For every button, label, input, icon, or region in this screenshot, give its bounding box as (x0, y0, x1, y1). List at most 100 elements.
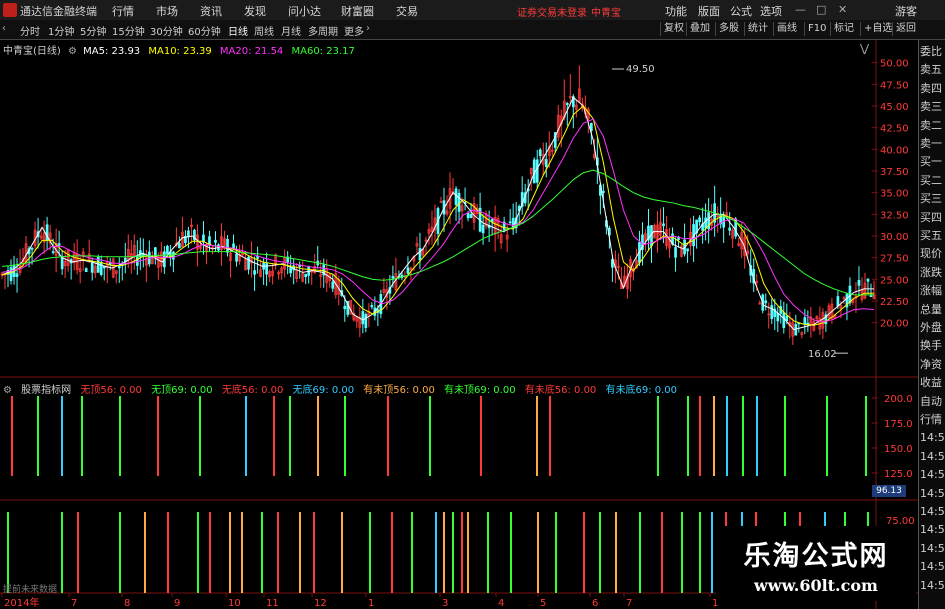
side-panel-item[interactable]: 卖五 (920, 64, 945, 76)
period-tab-multi[interactable]: 多周期 (308, 23, 338, 38)
return-button[interactable]: 返回 (892, 22, 919, 36)
side-panel-item[interactable]: 14:5 (920, 524, 945, 536)
side-panel-item[interactable]: 收益 (920, 377, 945, 389)
date-tick-label: 5 (540, 598, 546, 609)
settings-icon[interactable]: ⚙ (68, 46, 77, 57)
side-panel-item[interactable]: 14:5 (920, 506, 945, 518)
menu-formula[interactable]: 公式 (730, 3, 752, 19)
side-panel-item[interactable]: 买四 (920, 211, 945, 224)
indicator-settings-icon[interactable]: ⚙ (3, 385, 12, 396)
side-panel-item[interactable]: 14:5 (920, 561, 945, 573)
menu-function[interactable]: 功能 (665, 3, 687, 19)
side-panel-item[interactable]: 行情 (920, 414, 945, 426)
nav-back-icon[interactable]: ‹ (2, 23, 6, 34)
more-chevron-icon[interactable]: › (366, 23, 370, 34)
login-notice[interactable]: 证券交易未登录 (517, 4, 587, 19)
side-panel-item[interactable]: 涨幅 (920, 285, 945, 297)
maximize-icon[interactable]: □ (816, 3, 826, 16)
side-panel-item[interactable]: 自动 (920, 395, 945, 408)
date-tick-label: 6 (592, 598, 598, 609)
period-tab-5min[interactable]: 5分钟 (80, 23, 106, 38)
date-tick-label: 10 (228, 598, 241, 609)
draw-line-button[interactable]: 画线 (773, 22, 800, 36)
candle-body (728, 227, 732, 231)
side-panel-item[interactable]: 换手 (920, 340, 945, 352)
ma-legend: 中青宝(日线) ⚙ MA5: 23.93 MA10: 23.39 MA20: 2… (3, 42, 355, 57)
side-panel-item[interactable]: 14:5 (920, 450, 945, 463)
period-tab-weekly[interactable]: 周线 (254, 23, 274, 38)
period-tab-30min[interactable]: 30分钟 (150, 23, 183, 38)
side-panel-item[interactable]: 14:5 (920, 469, 945, 481)
menu-layout[interactable]: 版面 (698, 3, 720, 19)
candle-body (370, 305, 374, 308)
period-tab-daily[interactable]: 日线 (228, 23, 248, 38)
candle-body (226, 238, 229, 253)
candle-body (794, 324, 798, 336)
side-panel-item[interactable]: 净资 (920, 358, 945, 371)
candle-body (686, 248, 689, 252)
side-panel-item[interactable]: 14:5 (920, 579, 945, 592)
side-panel-item[interactable]: 卖一 (920, 138, 945, 150)
side-panel-item[interactable]: 14:5 (920, 542, 945, 555)
candle-body (51, 251, 55, 254)
app-logo-icon (3, 3, 17, 17)
menu-market[interactable]: 行情 (112, 3, 134, 19)
period-tab-1min[interactable]: 1分钟 (48, 23, 74, 38)
multi-stock-button[interactable]: 多股 (715, 22, 742, 36)
period-tab-60min[interactable]: 60分钟 (188, 23, 221, 38)
mark-button[interactable]: 标记 (830, 22, 857, 36)
side-panel-item[interactable]: 14:5 (920, 487, 945, 500)
side-panel-item[interactable]: 总量 (920, 303, 945, 316)
overlay-button[interactable]: 叠加 (686, 22, 713, 36)
menu-options[interactable]: 选项 (760, 3, 782, 19)
side-panel-item[interactable]: 买三 (920, 193, 945, 205)
candle-body (265, 263, 268, 275)
watermark-url: www.60lt.com (754, 576, 878, 595)
candle-body (102, 266, 106, 269)
guest-label[interactable]: 游客 (895, 3, 917, 19)
candle-body (662, 223, 665, 227)
side-panel-item[interactable]: 买二 (920, 174, 945, 187)
period-tab-timeshare[interactable]: 分时 (20, 23, 40, 38)
side-panel-item[interactable]: 买一 (920, 156, 945, 168)
period-tab-monthly[interactable]: 月线 (281, 23, 301, 38)
candle-body (698, 217, 701, 223)
chart-menu-icon[interactable]: ⋁ (860, 42, 869, 55)
price-tick-label: 22.50 (880, 297, 909, 308)
menu-discover[interactable]: 发现 (244, 3, 266, 19)
date-tick-label: 9 (174, 598, 180, 609)
indicator-item: 无底69: 0.00 (292, 385, 355, 396)
quote-side-panel[interactable]: 委比卖五卖四卖三卖二卖一买一买二买三买四买五现价涨跌涨幅总量外盘换手净资收益自动… (918, 40, 945, 609)
side-panel-item[interactable]: 现价 (920, 248, 945, 260)
side-panel-item[interactable]: 卖四 (920, 82, 945, 95)
indicator-item: 有未顶69: 0.00 (444, 385, 516, 396)
minimize-icon[interactable]: — (795, 3, 806, 16)
indicator-item: 有未底56: 0.00 (524, 385, 597, 396)
menu-markets[interactable]: 市场 (156, 3, 178, 19)
menu-trade[interactable]: 交易 (396, 3, 418, 19)
close-icon[interactable]: ✕ (838, 3, 847, 16)
menu-wealth[interactable]: 财富圈 (341, 3, 374, 19)
kline-chart-area[interactable]: 50.00 47.50 45.00 42.50 40.00 37.50 35.00 32.50… (0, 40, 918, 609)
candle-body (590, 122, 593, 131)
side-panel-item[interactable]: 涨跌 (920, 266, 945, 279)
f10-button[interactable]: F10 (804, 22, 829, 36)
candle-body (235, 253, 238, 262)
stats-button[interactable]: 统计 (744, 22, 771, 36)
add-favorite-button[interactable]: +自选 (860, 22, 895, 36)
candle-body (57, 243, 61, 246)
side-panel-item[interactable]: 卖三 (920, 101, 945, 113)
side-panel-item[interactable]: 委比 (920, 46, 945, 58)
period-tab-15min[interactable]: 15分钟 (112, 23, 145, 38)
side-panel-item[interactable]: 14:5 (920, 432, 945, 444)
adjust-button[interactable]: 复权 (660, 22, 687, 36)
side-panel-item[interactable]: 买五 (920, 230, 945, 242)
price-tick-label: 30.00 (880, 232, 909, 243)
side-panel-item[interactable]: 外盘 (920, 322, 945, 334)
menu-ask[interactable]: 问小达 (288, 3, 321, 19)
ma60-label: MA60: 23.17 (291, 46, 355, 57)
candle-body (289, 267, 293, 274)
side-panel-item[interactable]: 卖二 (920, 119, 945, 132)
period-tab-more[interactable]: 更多 (344, 23, 364, 38)
menu-news[interactable]: 资讯 (200, 3, 222, 19)
